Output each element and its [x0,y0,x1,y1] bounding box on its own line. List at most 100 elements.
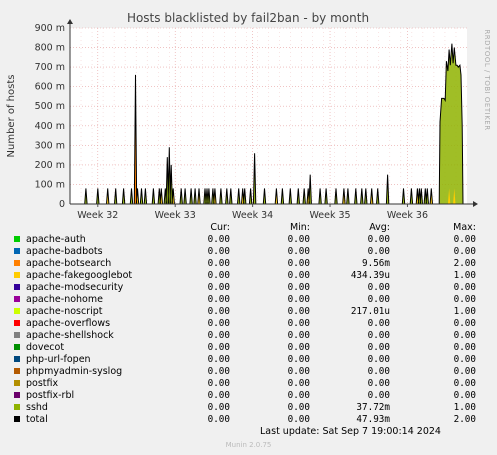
legend-swatch [14,296,20,302]
legend-cur-value: 0.00 [207,306,230,317]
y-tick-label: 800 m [35,43,65,54]
legend-cur-value: 0.00 [207,414,230,425]
legend-min-value: 0.00 [287,330,310,341]
legend-series-name: total [26,414,48,425]
legend-min-value: 0.00 [287,318,310,329]
legend-row: total 0.00 0.00 47.93m 2.00 [0,414,497,426]
legend-max-value: 0.00 [453,318,476,329]
legend-row: apache-botsearch 0.00 0.00 9.56m 2.00 [0,258,497,270]
legend-header: Cur: Min: Avg: Max: [0,222,497,234]
legend-cur-value: 0.00 [207,258,230,269]
legend-row: dovecot 0.00 0.00 0.00 0.00 [0,342,497,354]
legend-series-name: apache-overflows [26,318,111,329]
legend-avg-value: 217.01u [350,306,390,317]
legend-cur-value: 0.00 [207,342,230,353]
legend-swatch [14,332,20,338]
legend-swatch [14,320,20,326]
y-tick-label: 700 m [35,62,65,73]
legend-series-name: apache-auth [26,234,86,245]
legend-row: apache-nohome 0.00 0.00 0.00 0.00 [0,294,497,306]
legend-row: apache-auth 0.00 0.00 0.00 0.00 [0,234,497,246]
legend-min-value: 0.00 [287,282,310,293]
legend-swatch [14,392,20,398]
legend-row: apache-fakegooglebot 0.00 0.00 434.39u 1.00 [0,270,497,282]
legend-swatch [14,284,20,290]
rrdtool-credit: RRDTOOL / TOBI OETIKER [483,29,491,130]
y-tick-label: 900 m [35,23,65,34]
legend-avg-value: 0.00 [367,246,390,257]
legend-swatch [14,308,20,314]
legend-cur-value: 0.00 [207,354,230,365]
y-tick-label: 600 m [35,82,65,93]
legend-row: phpmyadmin-syslog 0.00 0.00 0.00 0.00 [0,366,497,378]
legend-max-value: 1.00 [453,270,476,281]
legend-cur-value: 0.00 [207,270,230,281]
legend-min-value: 0.00 [287,366,310,377]
legend-row: postfix 0.00 0.00 0.00 0.00 [0,378,497,390]
legend-row: apache-modsecurity 0.00 0.00 0.00 0.00 [0,282,497,294]
legend-swatch [14,248,20,254]
legend-max-value: 0.00 [453,378,476,389]
legend-series-name: sshd [26,402,48,413]
x-tick-label: Week 36 [387,210,428,221]
legend-max-value: 0.00 [453,366,476,377]
legend-avg-value: 47.93m [356,414,390,425]
legend-row: php-url-fopen 0.00 0.00 0.00 0.00 [0,354,497,366]
legend-avg-value: 0.00 [367,354,390,365]
legend-series-name: postfix [26,378,59,389]
legend-min-value: 0.00 [287,306,310,317]
max-header: Max: [453,222,476,233]
legend-cur-value: 0.00 [207,234,230,245]
legend-max-value: 1.00 [453,402,476,413]
legend-avg-value: 0.00 [367,390,390,401]
legend-avg-value: 434.39u [350,270,390,281]
legend-row: apache-badbots 0.00 0.00 0.00 0.00 [0,246,497,258]
avg-header: Avg: [369,222,390,233]
legend-cur-value: 0.00 [207,282,230,293]
legend-min-value: 0.00 [287,234,310,245]
legend-series-name: apache-fakegooglebot [26,270,133,281]
legend-avg-value: 0.00 [367,318,390,329]
legend-series-name: php-url-fopen [26,354,91,365]
legend-max-value: 0.00 [453,234,476,245]
legend-max-value: 0.00 [453,294,476,305]
legend-series-name: apache-botsearch [26,258,112,269]
legend-cur-value: 0.00 [207,378,230,389]
legend-max-value: 0.00 [453,282,476,293]
y-axis-label: Number of hosts [6,75,17,158]
legend-row: apache-overflows 0.00 0.00 0.00 0.00 [0,318,497,330]
legend-cur-value: 0.00 [207,246,230,257]
legend-cur-value: 0.00 [207,294,230,305]
legend-max-value: 0.00 [453,354,476,365]
legend-avg-value: 0.00 [367,294,390,305]
legend-min-value: 0.00 [287,258,310,269]
legend-swatch [14,416,20,422]
legend-max-value: 0.00 [453,246,476,257]
legend-series-name: dovecot [26,342,65,353]
legend-min-value: 0.00 [287,294,310,305]
legend-max-value: 2.00 [453,414,476,425]
legend-cur-value: 0.00 [207,330,230,341]
legend-min-value: 0.00 [287,354,310,365]
legend-avg-value: 0.00 [367,378,390,389]
y-tick-label: 400 m [35,121,65,132]
legend-series-name: apache-modsecurity [26,282,124,293]
legend-swatch [14,356,20,362]
legend-row: sshd 0.00 0.00 37.72m 1.00 [0,402,497,414]
x-tick-label: Week 34 [232,210,273,221]
x-tick-label: Week 33 [155,210,196,221]
legend-swatch [14,404,20,410]
legend-swatch [14,344,20,350]
legend-row: postfix-rbl 0.00 0.00 0.00 0.00 [0,390,497,402]
legend-series-name: phpmyadmin-syslog [26,366,123,377]
legend-swatch [14,368,20,374]
legend-avg-value: 0.00 [367,282,390,293]
chart-title: Hosts blacklisted by fail2ban - by month [127,11,369,25]
legend-min-value: 0.00 [287,342,310,353]
legend-cur-value: 0.00 [207,366,230,377]
legend-avg-value: 0.00 [367,330,390,341]
legend-series-name: apache-nohome [26,294,103,305]
legend-max-value: 2.00 [453,258,476,269]
legend-swatch [14,272,20,278]
legend-cur-value: 0.00 [207,318,230,329]
